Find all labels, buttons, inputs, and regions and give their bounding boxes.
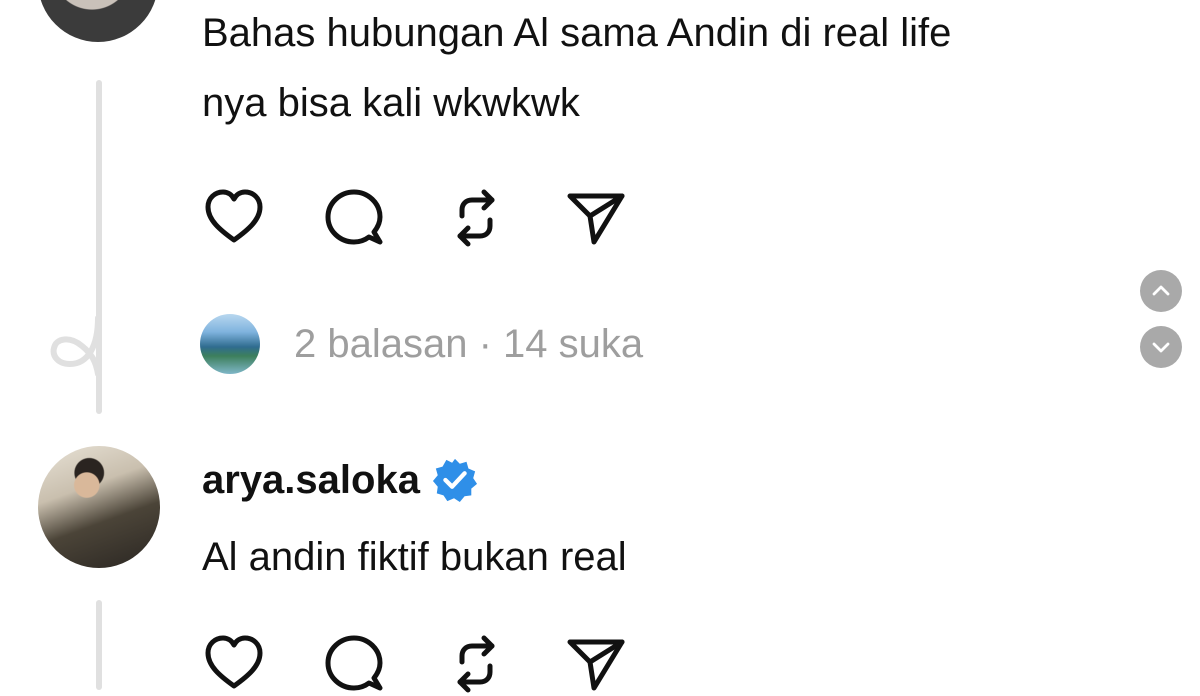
like-button[interactable] xyxy=(202,632,266,696)
share-icon xyxy=(567,193,625,245)
heart-icon xyxy=(205,635,263,689)
repost-icon xyxy=(457,635,495,693)
comment-text-line: nya bisa kali wkwkwk xyxy=(202,81,580,125)
repost-button[interactable] xyxy=(444,186,508,250)
username-label: arya.saloka xyxy=(202,458,420,502)
share-icon xyxy=(567,639,625,691)
reply-button[interactable] xyxy=(322,632,386,696)
chevron-up-icon xyxy=(1152,285,1170,296)
reply-button[interactable] xyxy=(322,186,386,250)
avatar[interactable] xyxy=(38,0,158,42)
comment-icon xyxy=(325,189,383,245)
thread-curl-icon xyxy=(50,316,101,376)
comment-text: Al andin fiktif bukan real xyxy=(202,535,627,579)
share-button[interactable] xyxy=(564,632,628,696)
comment-text: Bahas hubungan Al sama Andin di real lif… xyxy=(202,0,951,138)
like-button[interactable] xyxy=(202,186,266,250)
verified-badge-icon xyxy=(432,458,477,503)
thread-line xyxy=(96,600,102,690)
heart-icon xyxy=(205,189,263,243)
replies-likes-count[interactable]: 2 balasan · 14 suka xyxy=(294,316,643,372)
scroll-down-button[interactable] xyxy=(1140,326,1182,368)
share-button[interactable] xyxy=(564,186,628,250)
reply-avatar[interactable] xyxy=(200,314,260,374)
username[interactable]: arya.saloka xyxy=(202,452,478,508)
repost-button[interactable] xyxy=(444,632,508,696)
chevron-down-icon xyxy=(1152,342,1170,353)
avatar[interactable] xyxy=(38,446,160,568)
comment-text-line: Bahas hubungan Al sama Andin di real lif… xyxy=(202,11,952,55)
repost-icon xyxy=(457,189,495,247)
scroll-up-button[interactable] xyxy=(1140,270,1182,312)
comment-icon xyxy=(325,635,383,691)
